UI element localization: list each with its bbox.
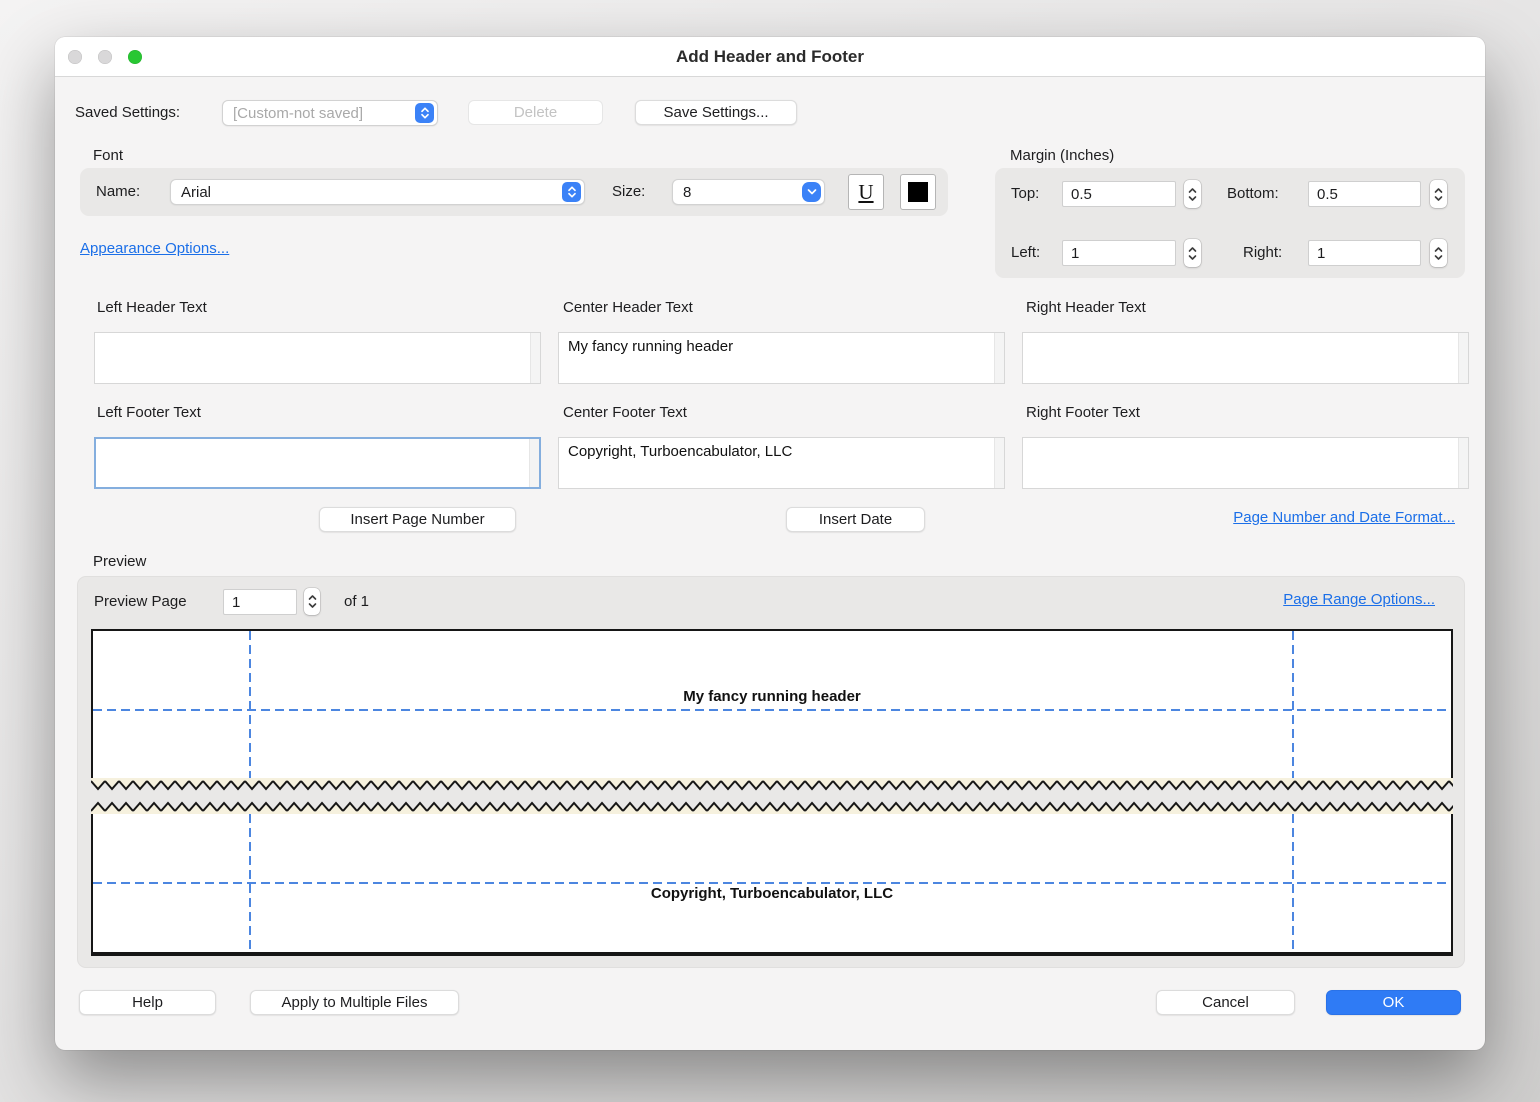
title-bar: Add Header and Footer (55, 37, 1485, 77)
scrollbar-track[interactable] (530, 333, 540, 383)
right-footer-field[interactable] (1022, 437, 1469, 489)
left-footer-label: Left Footer Text (97, 400, 201, 426)
font-size-combo[interactable]: 8 (672, 179, 825, 205)
font-size-label: Size: (612, 179, 645, 205)
scrollbar-track[interactable] (529, 439, 539, 487)
margin-left-stepper[interactable] (1184, 239, 1201, 267)
torn-edge-top-icon (91, 778, 1453, 791)
save-settings-button[interactable]: Save Settings... (635, 100, 797, 125)
margin-bottom-label: Bottom: (1227, 181, 1279, 207)
margin-top-input[interactable] (1062, 181, 1176, 207)
right-header-label: Right Header Text (1026, 295, 1146, 321)
stepper-up-down-icon (562, 182, 581, 202)
font-name-value: Arial (181, 184, 211, 201)
underline-button[interactable]: U (848, 174, 884, 210)
ok-button[interactable]: OK (1326, 990, 1461, 1015)
delete-settings-button[interactable]: Delete (468, 100, 603, 125)
left-margin-guide (249, 814, 251, 954)
font-name-label: Name: (96, 179, 140, 205)
margin-top-stepper[interactable] (1184, 180, 1201, 208)
preview-page-input[interactable] (223, 589, 297, 615)
page-range-options-link[interactable]: Page Range Options... (1283, 591, 1435, 608)
font-size-value: 8 (683, 184, 691, 201)
preview-section-label: Preview (93, 549, 146, 575)
preview-page-stepper[interactable] (304, 588, 320, 615)
margin-section-label: Margin (Inches) (1010, 143, 1114, 169)
right-footer-textarea[interactable] (1023, 438, 1457, 488)
insert-page-number-button[interactable]: Insert Page Number (319, 507, 516, 532)
scrollbar-track[interactable] (994, 438, 1004, 488)
margin-right-label: Right: (1243, 240, 1282, 266)
margin-bottom-stepper[interactable] (1430, 180, 1447, 208)
margin-left-label: Left: (1011, 240, 1040, 266)
center-header-textarea[interactable]: My fancy running header (559, 333, 993, 383)
underline-glyph: U (858, 180, 873, 205)
font-section-label: Font (93, 143, 123, 169)
left-header-field[interactable] (94, 332, 541, 384)
left-header-textarea[interactable] (95, 333, 529, 383)
margin-top-label: Top: (1011, 181, 1039, 207)
preview-page-of-label: of 1 (344, 589, 369, 615)
appearance-options-link[interactable]: Appearance Options... (80, 240, 229, 257)
margin-right-input[interactable] (1308, 240, 1421, 266)
saved-settings-label: Saved Settings: (75, 100, 180, 126)
center-header-label: Center Header Text (563, 295, 693, 321)
margin-bottom-input[interactable] (1308, 181, 1421, 207)
chevron-down-icon (802, 182, 821, 202)
center-header-field[interactable]: My fancy running header (558, 332, 1005, 384)
center-footer-textarea[interactable]: Copyright, Turboencabulator, LLC (559, 438, 993, 488)
color-swatch (908, 182, 928, 202)
center-footer-label: Center Footer Text (563, 400, 687, 426)
font-color-button[interactable] (900, 174, 936, 210)
saved-settings-value: [Custom-not saved] (233, 105, 363, 122)
right-header-field[interactable] (1022, 332, 1469, 384)
page-number-date-format-link[interactable]: Page Number and Date Format... (1233, 509, 1455, 526)
right-footer-label: Right Footer Text (1026, 400, 1140, 426)
preview-panel: Preview Page of 1 Page Range Options... … (77, 576, 1465, 968)
preview-footer-text: Copyright, Turboencabulator, LLC (91, 885, 1453, 902)
left-footer-textarea[interactable] (96, 439, 528, 487)
scrollbar-track[interactable] (1458, 438, 1468, 488)
scrollbar-track[interactable] (994, 333, 1004, 383)
apply-to-multiple-files-button[interactable]: Apply to Multiple Files (250, 990, 459, 1015)
preview-header-text: My fancy running header (91, 688, 1453, 705)
margin-right-stepper[interactable] (1430, 239, 1447, 267)
right-header-textarea[interactable] (1023, 333, 1457, 383)
margin-left-input[interactable] (1062, 240, 1176, 266)
insert-date-button[interactable]: Insert Date (786, 507, 925, 532)
header-baseline-guide (93, 709, 1451, 711)
cancel-button[interactable]: Cancel (1156, 990, 1295, 1015)
center-footer-field[interactable]: Copyright, Turboencabulator, LLC (558, 437, 1005, 489)
scrollbar-track[interactable] (1458, 333, 1468, 383)
dialog-title: Add Header and Footer (55, 37, 1485, 77)
left-header-label: Left Header Text (97, 295, 207, 321)
stepper-up-down-icon (415, 103, 434, 123)
font-name-select[interactable]: Arial (170, 179, 585, 205)
left-footer-field[interactable] (94, 437, 541, 489)
footer-baseline-guide (93, 882, 1451, 884)
add-header-footer-dialog: Add Header and Footer Saved Settings: [C… (55, 37, 1485, 1050)
saved-settings-select[interactable]: [Custom-not saved] (222, 100, 438, 126)
preview-page-label: Preview Page (94, 589, 187, 615)
torn-edge-bottom-icon (91, 801, 1453, 814)
help-button[interactable]: Help (79, 990, 216, 1015)
right-margin-guide (1292, 814, 1294, 954)
